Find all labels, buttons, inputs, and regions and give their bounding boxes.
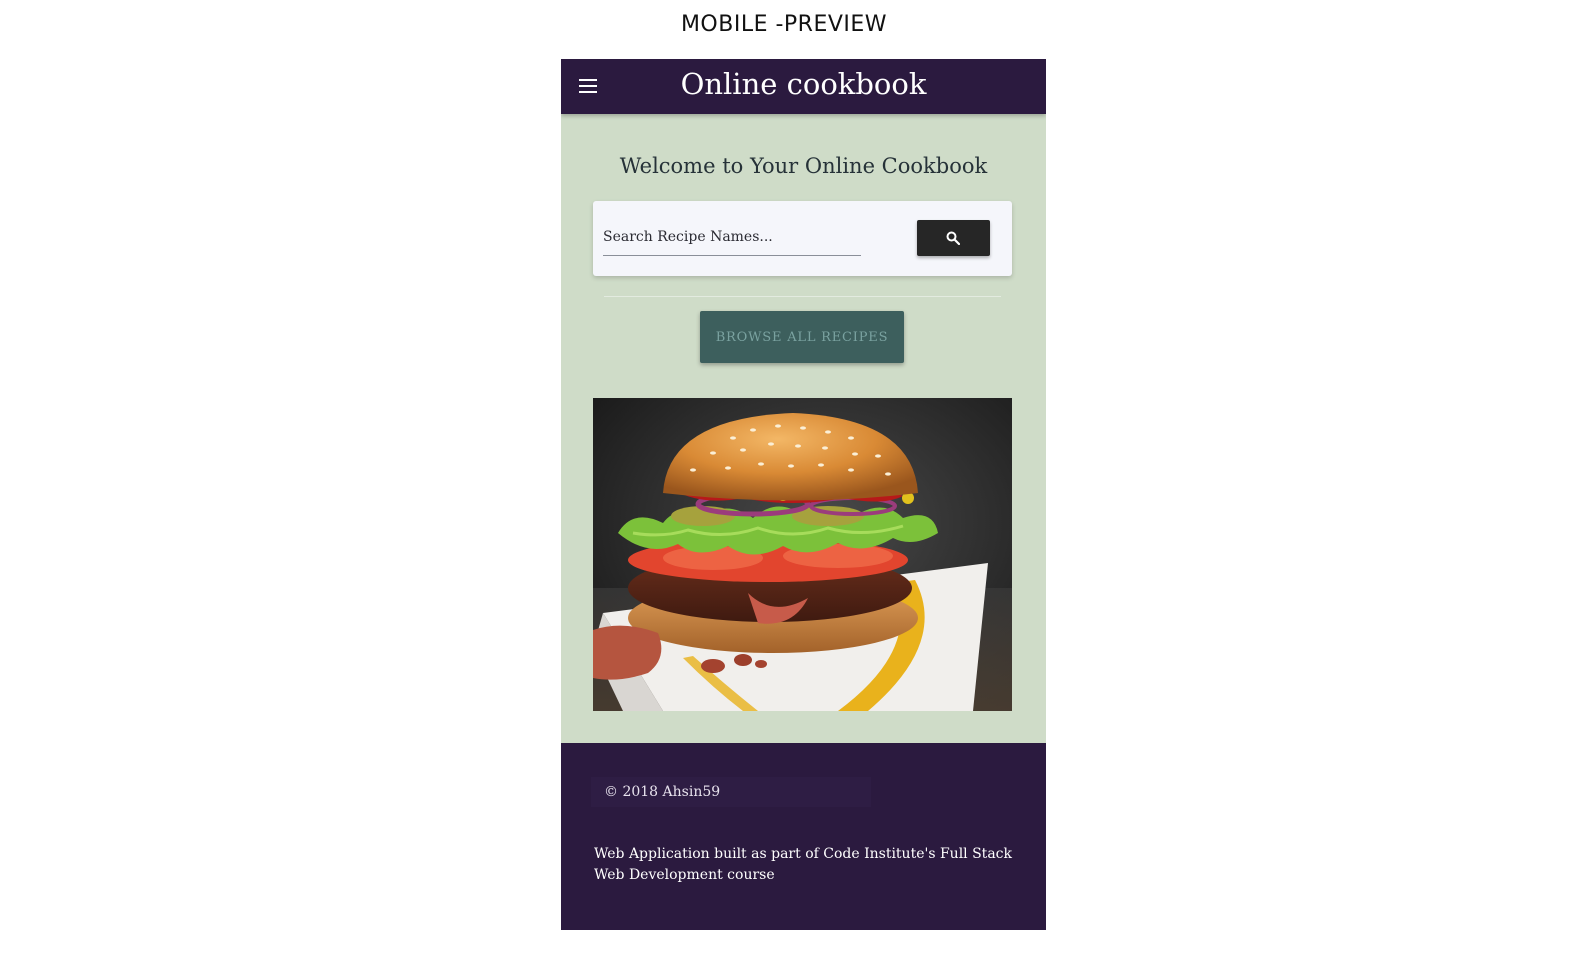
brand-text: Online cookbook xyxy=(680,67,927,101)
navbar: Online cookbook xyxy=(561,59,1046,114)
search-input[interactable] xyxy=(603,219,861,256)
footer-copyright: © 2018 Ahsin59 xyxy=(591,777,871,807)
divider xyxy=(604,296,1001,297)
hero-burger-image xyxy=(593,398,1012,711)
search-card xyxy=(593,201,1012,276)
search-icon xyxy=(946,231,960,245)
browse-all-recipes-button[interactable]: BROWSE ALL RECIPES xyxy=(700,311,904,363)
welcome-heading: Welcome to Your Online Cookbook xyxy=(619,154,988,178)
footer: © 2018 Ahsin59 Web Application built as … xyxy=(561,743,1046,930)
footer-note: Web Application built as part of Code In… xyxy=(594,846,1012,883)
brand-logo[interactable]: Online cookbook xyxy=(561,67,1046,101)
burger-photo xyxy=(593,398,1012,711)
preview-caption: MOBILE -PREVIEW xyxy=(680,12,888,37)
search-button[interactable] xyxy=(917,220,990,256)
mobile-preview-frame: Online cookbook Welcome to Your Online C… xyxy=(561,59,1046,930)
